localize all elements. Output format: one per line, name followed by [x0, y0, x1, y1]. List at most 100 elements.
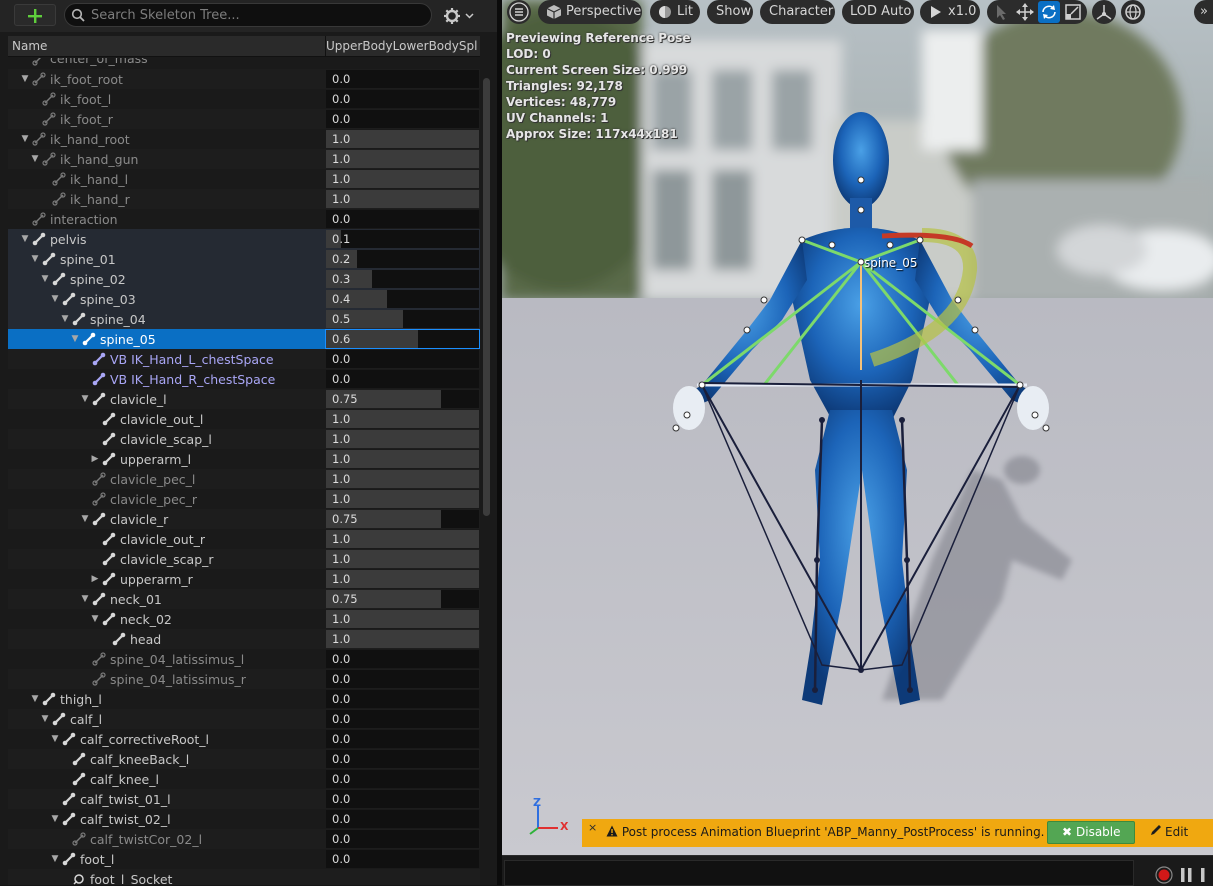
expand-toggle-icon[interactable]: ▼ [70, 329, 80, 349]
expand-toggle-icon[interactable]: ▼ [80, 389, 90, 409]
tree-row[interactable]: ik_foot_r 0.0 [8, 109, 480, 129]
tree-row[interactable]: calf_twistCor_02_l 0.0 [8, 829, 480, 849]
expand-toggle-icon[interactable]: ▼ [30, 249, 40, 269]
tree-row[interactable]: VB IK_Hand_R_chestSpace 0.0 [8, 369, 480, 389]
expand-toggle-icon[interactable]: ▼ [20, 229, 30, 249]
expand-toggle-icon[interactable]: ▼ [50, 809, 60, 829]
tree-row[interactable]: ▼ ik_hand_root 1.0 [8, 129, 480, 149]
add-button[interactable] [14, 4, 56, 26]
tree-row[interactable]: VB IK_Hand_L_chestSpace 0.0 [8, 349, 480, 369]
tree-row[interactable]: ▼ calf_twist_02_l 0.0 [8, 809, 480, 829]
tree-row[interactable]: ▼ foot_l 0.0 [8, 849, 480, 869]
search-input[interactable] [91, 6, 421, 24]
weight-value-field[interactable]: 0.0 [326, 90, 479, 108]
settings-dropdown[interactable] [442, 6, 482, 26]
tree-row[interactable]: ▼ calf_correctiveRoot_l 0.0 [8, 729, 480, 749]
expand-toggle-icon[interactable]: ▼ [80, 589, 90, 609]
viewport-menu-button[interactable] [507, 0, 531, 24]
weight-value-field[interactable]: 1.0 [326, 570, 479, 588]
tree-row[interactable]: ▼ calf_l 0.0 [8, 709, 480, 729]
tree-row[interactable]: ▼ pelvis 0.1 [8, 229, 480, 249]
tree-row[interactable]: spine_04_latissimus_r 0.0 [8, 669, 480, 689]
collapse-toggle-icon[interactable]: ▶ [90, 569, 100, 589]
weight-value-field[interactable]: 0.75 [326, 510, 479, 528]
tree-scrollbar[interactable] [483, 58, 491, 885]
weight-value-field[interactable]: 0.75 [326, 390, 479, 408]
weight-value-field[interactable]: 0.4 [326, 290, 479, 308]
tree-row[interactable]: clavicle_pec_l 1.0 [8, 469, 480, 489]
tree-row[interactable]: ▼ spine_02 0.3 [8, 269, 480, 289]
lod-button[interactable]: LOD Auto [842, 0, 914, 24]
tree-row[interactable]: ▼ neck_01 0.75 [8, 589, 480, 609]
viewport[interactable]: Z X Perspective Lit Show Character LOD A… [502, 0, 1213, 855]
expand-toggle-icon[interactable]: ▼ [90, 609, 100, 629]
edit-button[interactable]: Edit [1147, 821, 1213, 844]
weight-value-field[interactable]: 1.0 [326, 490, 479, 508]
weight-value-field[interactable]: 0.0 [326, 790, 479, 808]
expand-toggle-icon[interactable]: ▼ [20, 129, 30, 149]
surface-snap-button[interactable] [1121, 0, 1145, 24]
weight-value-field[interactable]: 0.0 [326, 830, 479, 848]
column-header-value[interactable]: UpperBodyLowerBodySpli [326, 39, 478, 53]
tree-row[interactable]: ik_hand_r 1.0 [8, 189, 480, 209]
weight-value-field[interactable]: 1.0 [326, 150, 479, 168]
tree-row[interactable]: ik_hand_l 1.0 [8, 169, 480, 189]
expand-toggle-icon[interactable]: ▼ [30, 149, 40, 169]
weight-value-field[interactable]: 0.75 [326, 590, 479, 608]
weight-value-field[interactable]: 1.0 [326, 430, 479, 448]
scale-icon[interactable] [1063, 2, 1083, 22]
weight-value-field[interactable]: 1.0 [326, 170, 479, 188]
weight-value-field[interactable]: 0.0 [326, 110, 479, 128]
perspective-button[interactable]: Perspective [538, 0, 642, 24]
tree-row[interactable]: calf_twist_01_l 0.0 [8, 789, 480, 809]
weight-value-field[interactable]: 0.0 [326, 350, 479, 368]
scrollbar-thumb[interactable] [483, 78, 490, 516]
expand-toggle-icon[interactable]: ▼ [20, 69, 30, 89]
translate-icon[interactable] [1015, 2, 1035, 22]
tree-row[interactable]: center_of_mass [8, 58, 480, 69]
weight-value-field[interactable]: 0.1 [326, 230, 479, 248]
tree-row-selected[interactable]: ▼ spine_05 0.6 [8, 329, 480, 349]
tree-row[interactable]: clavicle_scap_r 1.0 [8, 549, 480, 569]
tree-row[interactable]: spine_04_latissimus_l 0.0 [8, 649, 480, 669]
tree-row[interactable]: head 1.0 [8, 629, 480, 649]
show-button[interactable]: Show [707, 0, 753, 24]
weight-value-field[interactable]: 0.0 [326, 70, 479, 88]
expand-toggle-icon[interactable]: ▼ [40, 269, 50, 289]
tree-row[interactable]: ▼ ik_hand_gun 1.0 [8, 149, 480, 169]
pause-icon[interactable] [1180, 867, 1194, 883]
search-box[interactable] [64, 3, 432, 27]
tree-row[interactable]: clavicle_out_r 1.0 [8, 529, 480, 549]
toolbar-overflow-button[interactable]: » [1194, 0, 1213, 24]
expand-toggle-icon[interactable]: ▼ [50, 729, 60, 749]
weight-value-field[interactable]: 0.2 [326, 250, 479, 268]
weight-value-field[interactable]: 1.0 [326, 410, 479, 428]
disable-button[interactable]: ✖ Disable [1047, 821, 1135, 844]
weight-value-field[interactable]: 1.0 [326, 450, 479, 468]
character-button[interactable]: Character [760, 0, 835, 24]
weight-value-field[interactable]: 0.0 [326, 730, 479, 748]
tree-row[interactable]: calf_knee_l 0.0 [8, 769, 480, 789]
lit-button[interactable]: Lit [650, 0, 700, 24]
collapse-toggle-icon[interactable]: ▶ [90, 449, 100, 469]
tree-row[interactable]: clavicle_scap_l 1.0 [8, 429, 480, 449]
expand-toggle-icon[interactable]: ▼ [80, 509, 90, 529]
weight-value-field[interactable]: 1.0 [326, 470, 479, 488]
record-icon[interactable] [1154, 865, 1174, 885]
expand-toggle-icon[interactable]: ▼ [40, 709, 50, 729]
weight-value-field[interactable]: 0.0 [326, 650, 479, 668]
step-icon[interactable] [1200, 867, 1210, 883]
weight-value-field[interactable]: 0.6 [325, 329, 480, 349]
weight-value-field[interactable]: 0.0 [326, 850, 479, 868]
weight-value-field[interactable]: 0.0 [326, 370, 479, 388]
weight-value-field[interactable]: 0.0 [326, 690, 479, 708]
tree-row[interactable]: ▶ upperarm_r 1.0 [8, 569, 480, 589]
weight-value-field[interactable]: 0.0 [326, 750, 479, 768]
tree-row[interactable]: clavicle_out_l 1.0 [8, 409, 480, 429]
timeline-track[interactable] [504, 860, 1134, 886]
weight-value-field[interactable]: 0.3 [326, 270, 479, 288]
weight-value-field[interactable]: 0.0 [326, 770, 479, 788]
local-space-button[interactable] [1092, 0, 1116, 24]
tree-row[interactable]: ▼ spine_04 0.5 [8, 309, 480, 329]
column-header-name[interactable]: Name [12, 39, 47, 53]
